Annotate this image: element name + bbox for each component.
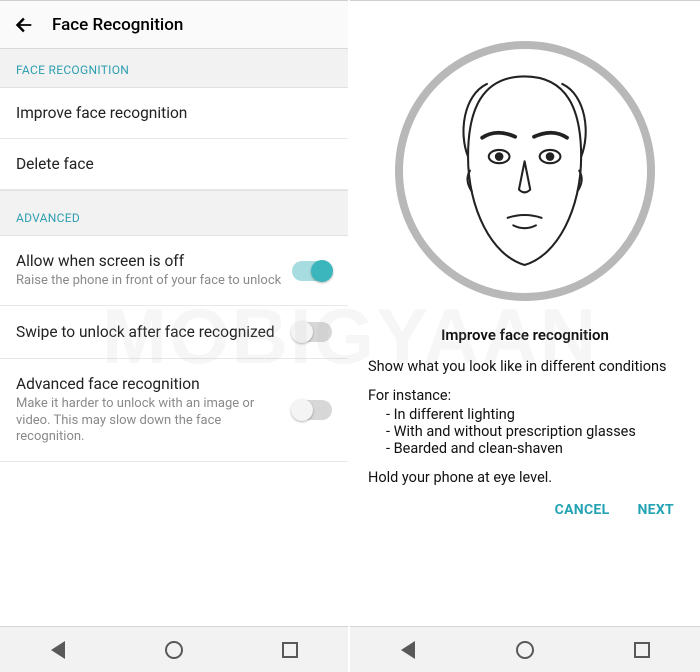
item-label: Swipe to unlock after face recognized [16,323,282,341]
item-delete-face[interactable]: Delete face [0,139,348,190]
circle-home-icon [165,641,183,659]
back-button[interactable] [10,11,38,39]
improve-for-label: For instance: [368,387,682,404]
face-illustration [350,1,700,301]
improve-bullets: In different lighting With and without p… [368,406,682,457]
item-label: Advanced face recognition [16,375,282,393]
dialog-actions: CANCEL NEXT [350,496,700,526]
improve-subtitle: Show what you look like in different con… [368,358,682,375]
toggle-swipe-unlock[interactable] [292,322,332,342]
item-swipe-unlock[interactable]: Swipe to unlock after face recognized [0,306,348,359]
item-label: Improve face recognition [16,104,332,122]
next-button[interactable]: NEXT [637,502,674,518]
section-header-face: FACE RECOGNITION [0,49,348,88]
arrow-left-icon [13,14,35,36]
square-recents-icon [634,642,650,658]
toggle-advanced-face[interactable] [292,400,332,420]
item-label: Allow when screen is off [16,252,282,270]
android-nav-bar [0,626,348,672]
item-allow-screen-off[interactable]: Allow when screen is off Raise the phone… [0,236,348,306]
improve-text-block: Improve face recognition Show what you l… [350,301,700,496]
bullet-item: With and without prescription glasses [386,423,682,440]
nav-home-button[interactable] [163,639,185,661]
item-label: Delete face [16,155,332,173]
nav-recents-button[interactable] [279,639,301,661]
toggle-allow-screen-off[interactable] [292,261,332,281]
bullet-item: Bearded and clean-shaven [386,440,682,457]
square-recents-icon [282,642,298,658]
item-sub: Make it harder to unlock with an image o… [16,396,282,445]
face-icon [427,67,622,274]
cancel-button[interactable]: CANCEL [555,502,610,518]
item-improve-face[interactable]: Improve face recognition [0,88,348,139]
nav-back-button[interactable] [47,639,69,661]
android-nav-bar [350,626,700,672]
triangle-back-icon [51,641,65,659]
item-sub: Raise the phone in front of your face to… [16,273,282,289]
item-advanced-face[interactable]: Advanced face recognition Make it harder… [0,359,348,462]
nav-recents-button[interactable] [631,639,653,661]
nav-home-button[interactable] [514,639,536,661]
improve-title: Improve face recognition [368,326,682,344]
settings-screen: Face Recognition FACE RECOGNITION Improv… [0,0,350,672]
circle-home-icon [516,641,534,659]
triangle-back-icon [401,641,415,659]
improve-face-screen: Improve face recognition Show what you l… [350,0,700,672]
section-header-advanced: ADVANCED [0,190,348,236]
bullet-item: In different lighting [386,406,682,423]
nav-back-button[interactable] [397,639,419,661]
appbar: Face Recognition [0,1,348,49]
improve-hold: Hold your phone at eye level. [368,469,682,486]
page-title: Face Recognition [52,15,183,35]
